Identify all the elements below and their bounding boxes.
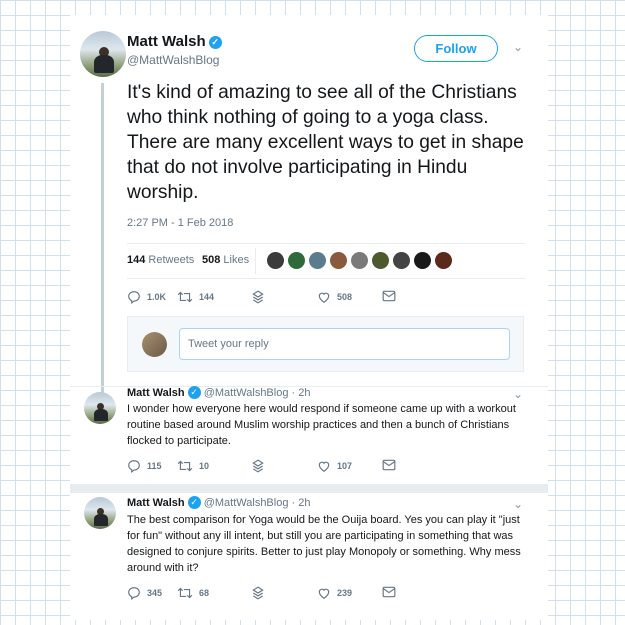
chevron-down-icon[interactable]: ⌄: [513, 387, 523, 401]
display-name-text: Matt Walsh: [127, 33, 206, 50]
like-action[interactable]: 508: [317, 290, 352, 304]
likes-label: Likes: [223, 254, 250, 266]
divider: [70, 484, 548, 493]
liker-avatar[interactable]: [267, 252, 284, 269]
verified-icon: ✓: [187, 496, 201, 509]
like-count: 107: [337, 461, 353, 471]
avatar[interactable]: [84, 497, 116, 529]
reply-text: The best comparison for Yoga would be th…: [127, 514, 521, 574]
reply-count: 115: [147, 461, 162, 471]
reply-time[interactable]: 2h: [298, 387, 310, 399]
message-icon: [382, 290, 396, 302]
display-name[interactable]: Matt Walsh: [127, 387, 185, 399]
liker-avatar[interactable]: [435, 252, 452, 269]
reply-action[interactable]: 345: [127, 586, 162, 600]
share-icon: [252, 586, 264, 600]
reply-time[interactable]: 2h: [298, 497, 310, 509]
reply-box: Tweet your reply: [127, 316, 524, 372]
retweet-icon: [177, 291, 193, 303]
retweet-action[interactable]: 68: [177, 586, 209, 600]
verified-icon: ✓: [208, 36, 222, 49]
timestamp[interactable]: 2:27 PM - 1 Feb 2018: [127, 217, 233, 229]
reply-count: 345: [147, 588, 163, 598]
reply-action[interactable]: 1.0K: [127, 290, 166, 304]
likes-stat[interactable]: 508 Likes: [202, 254, 249, 266]
stats-row: 144 Retweets 508 Likes: [127, 243, 525, 279]
user-avatar: [142, 332, 167, 357]
like-icon: [318, 588, 330, 599]
page-background: { "main_tweet": { "display_name": "Matt …: [0, 0, 625, 625]
reply-icon: [128, 587, 140, 600]
tweet-text: It's kind of amazing to see all of the C…: [127, 82, 524, 203]
retweets-count: 144: [127, 254, 146, 266]
tweet-actions: 1.0K 144 508: [127, 290, 427, 306]
likes-count: 508: [202, 254, 221, 266]
message-icon: [382, 586, 396, 598]
chevron-down-icon[interactable]: ⌄: [513, 40, 523, 54]
follow-button[interactable]: Follow: [414, 35, 498, 62]
reply-header: Matt Walsh ✓ @MattWalshBlog · 2h: [127, 386, 311, 399]
reply-input[interactable]: Tweet your reply: [179, 328, 510, 360]
retweet-action[interactable]: 144: [177, 290, 214, 304]
retweet-count: 68: [199, 588, 210, 598]
share-action[interactable]: [252, 459, 264, 473]
message-action[interactable]: [382, 459, 396, 471]
liker-avatar[interactable]: [351, 252, 368, 269]
retweets-stat[interactable]: 144 Retweets: [127, 254, 194, 266]
display-name[interactable]: Matt Walsh ✓: [127, 33, 222, 50]
retweet-action[interactable]: 10: [177, 459, 209, 473]
message-action[interactable]: [382, 290, 396, 302]
display-name[interactable]: Matt Walsh: [127, 497, 185, 509]
reply-actions: 345 68 239: [127, 586, 427, 602]
chevron-down-icon[interactable]: ⌄: [513, 497, 523, 511]
share-icon: [252, 459, 264, 473]
share-action[interactable]: [252, 290, 264, 304]
share-action[interactable]: [252, 586, 264, 600]
like-count: 508: [337, 292, 353, 302]
liker-avatar[interactable]: [372, 252, 389, 269]
message-action[interactable]: [382, 586, 396, 598]
reply-actions: 115 10 107: [127, 459, 427, 475]
retweet-count: 144: [199, 292, 215, 302]
reply-action[interactable]: 115: [127, 459, 162, 473]
share-icon: [252, 290, 264, 304]
handle[interactable]: @MattWalshBlog: [127, 53, 219, 67]
handle[interactable]: @MattWalshBlog: [204, 497, 289, 509]
like-count: 239: [337, 588, 353, 598]
thread-line: [101, 83, 104, 401]
avatar[interactable]: [80, 31, 126, 77]
retweet-icon: [177, 587, 193, 599]
reply-icon: [128, 460, 140, 473]
avatar[interactable]: [84, 392, 116, 424]
liker-avatar[interactable]: [309, 252, 326, 269]
like-icon: [318, 292, 330, 303]
retweet-count: 10: [199, 461, 210, 471]
message-icon: [382, 459, 396, 471]
liker-avatar[interactable]: [414, 252, 431, 269]
reply-count: 1.0K: [147, 292, 167, 302]
reply-header: Matt Walsh ✓ @MattWalshBlog · 2h: [127, 496, 311, 509]
like-icon: [318, 461, 330, 472]
liker-avatar[interactable]: [393, 252, 410, 269]
reply-icon: [128, 291, 140, 304]
verified-icon: ✓: [187, 386, 201, 399]
like-action[interactable]: 239: [317, 586, 352, 600]
like-action[interactable]: 107: [317, 459, 352, 473]
reply-text: I wonder how everyone here would respond…: [127, 403, 516, 447]
stats-divider: [255, 248, 256, 274]
retweets-label: Retweets: [148, 254, 195, 266]
tweet-card: Matt Walsh ✓ @MattWalshBlog Follow ⌄ It's…: [70, 15, 548, 620]
retweet-icon: [177, 460, 193, 472]
handle[interactable]: @MattWalshBlog: [204, 387, 289, 399]
liker-avatar[interactable]: [288, 252, 305, 269]
liker-avatar[interactable]: [330, 252, 347, 269]
